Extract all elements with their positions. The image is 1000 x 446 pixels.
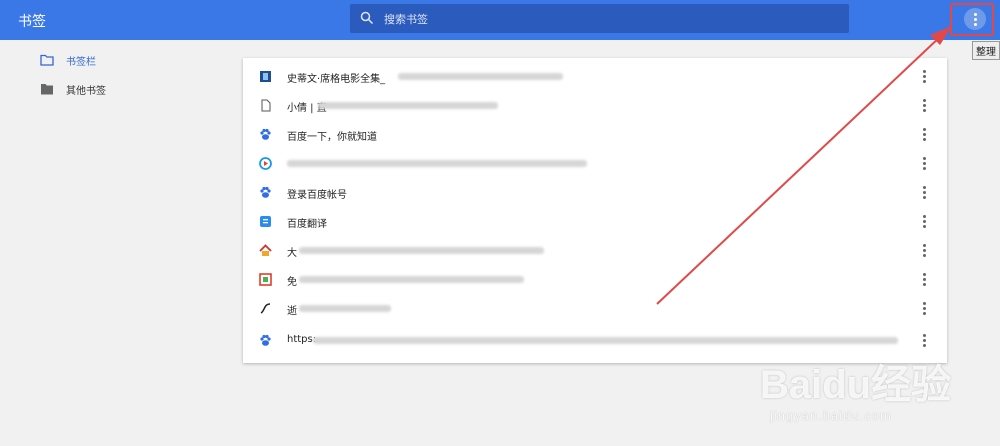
- watermark-brand: Baidu经验: [760, 363, 952, 407]
- watermark-url: jingyan.baidu.com: [770, 408, 892, 423]
- baidu-jingyan-watermark: Baidu经验 jingyan.baidu.com: [760, 338, 980, 438]
